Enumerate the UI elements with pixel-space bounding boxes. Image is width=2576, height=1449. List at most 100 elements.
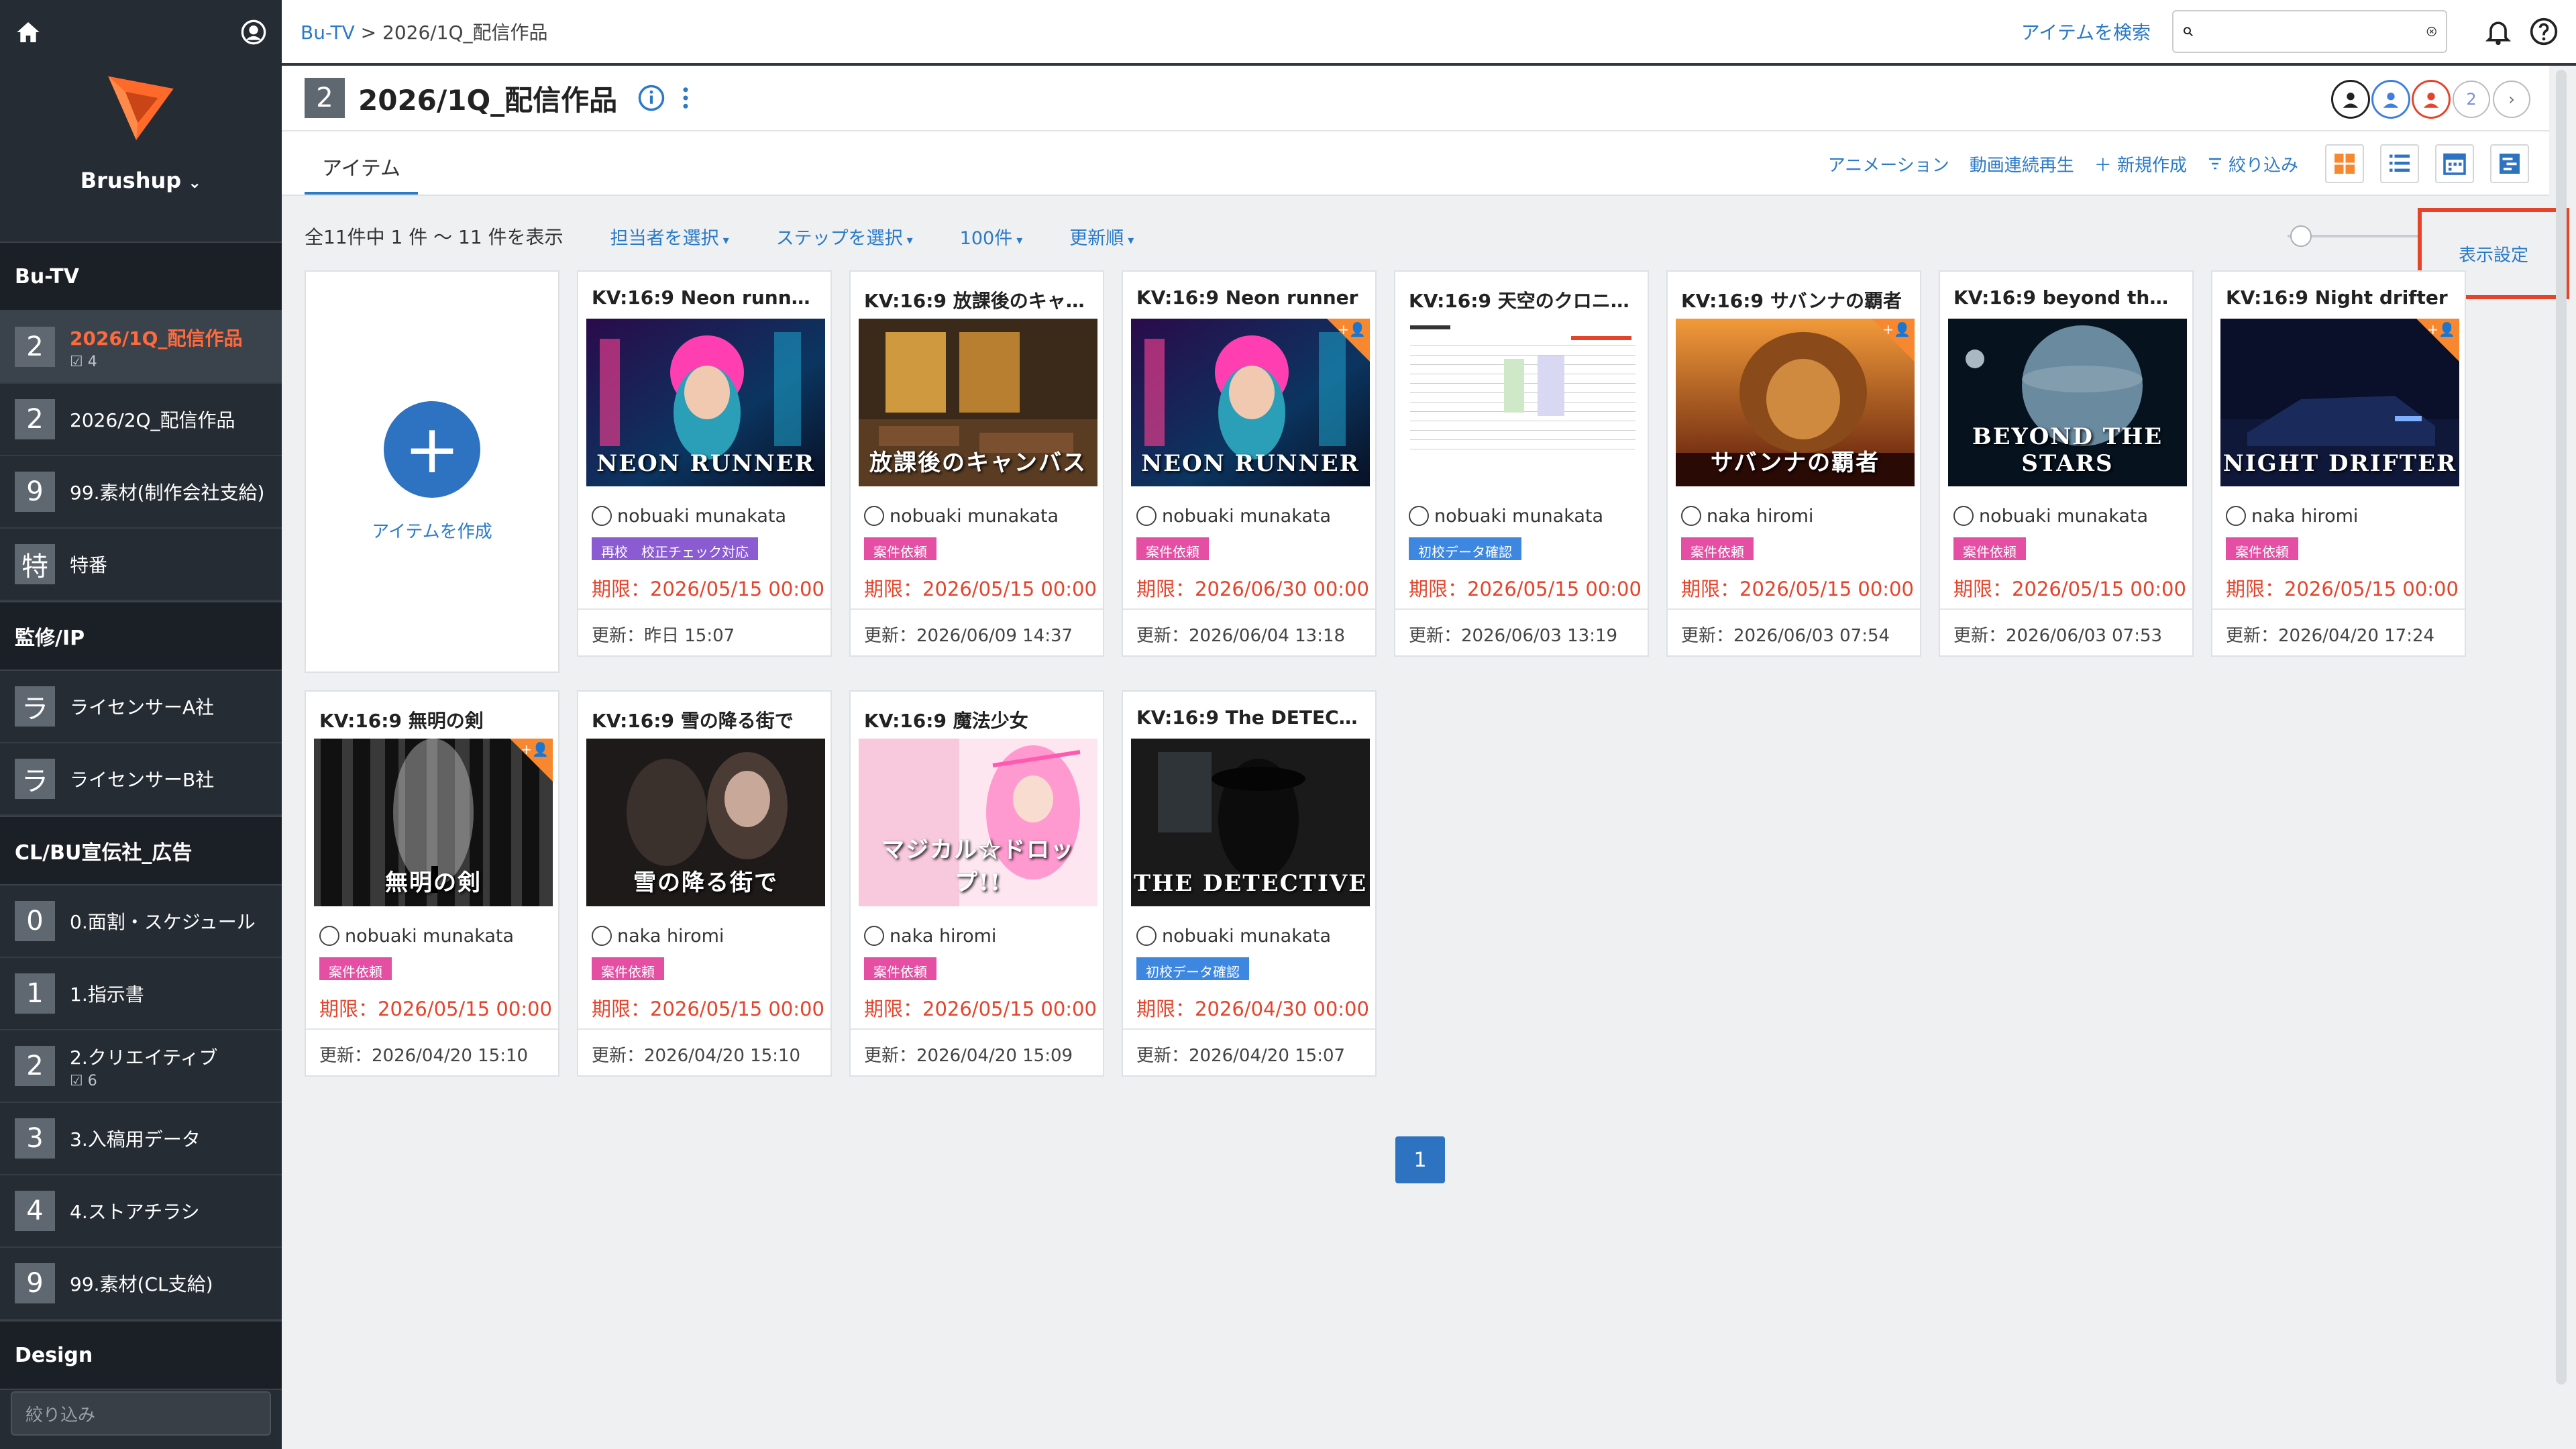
status-badge[interactable]: 案件依頼 — [319, 957, 392, 980]
avatar[interactable] — [2414, 82, 2449, 117]
item-title[interactable]: KV:16:9 雪の降る街で — [578, 692, 830, 739]
item-thumbnail[interactable]: 無明の剣 +👤 — [314, 739, 553, 906]
sidebar-item[interactable]: 9 99.素材(CL支給) — [0, 1248, 282, 1320]
list-view-button[interactable] — [2380, 144, 2419, 183]
create-button[interactable]: ＋ 新規作成 — [2094, 152, 2187, 176]
bell-icon[interactable] — [2483, 17, 2513, 46]
item-card[interactable]: KV:16:9 無明の剣 無明の剣 +👤 nobuaki munakata 案件依頼 期限… — [305, 690, 559, 1077]
sidebar-item[interactable]: 1 1.指示書 — [0, 958, 282, 1030]
sidebar-item[interactable]: 9 99.素材(制作会社支給) — [0, 456, 282, 529]
item-thumbnail[interactable]: サバンナの覇者 +👤 — [1676, 319, 1915, 486]
add-user-icon[interactable]: +👤 — [521, 741, 549, 757]
item-search-link[interactable]: アイテムを検索 — [2021, 18, 2151, 45]
info-icon[interactable] — [637, 84, 665, 112]
sidebar-item[interactable]: 3 3.入稿用データ — [0, 1103, 282, 1175]
item-thumbnail[interactable]: マジカル☆ドロップ!! — [859, 739, 1097, 906]
sidebar-section-title[interactable]: CL/BU宣伝社_広告 — [0, 816, 282, 885]
status-badge[interactable]: 初校データ確認 — [1409, 537, 1521, 560]
status-badge[interactable]: 案件依頼 — [1681, 537, 1754, 560]
item-title[interactable]: KV:16:9 The DETECTI… — [1123, 692, 1375, 739]
item-title[interactable]: KV:16:9 beyond the s… — [1940, 272, 2192, 319]
item-card[interactable]: KV:16:9 The DETECTI… THE DETECTIVE nobuaki… — [1122, 690, 1377, 1077]
sidebar-section-title[interactable]: Bu-TV — [0, 241, 282, 311]
page-button[interactable]: 1 — [1395, 1136, 1445, 1183]
item-thumbnail[interactable]: NEON RUNNER +👤 — [1131, 319, 1370, 486]
sidebar-item[interactable]: 0 0.面割・スケジュール — [0, 885, 282, 958]
sidebar-item[interactable]: ラライセンサーB社 — [0, 743, 282, 816]
animation-button[interactable]: アニメーション — [1828, 152, 1949, 176]
item-card[interactable]: KV:16:9 Neon runner2 NEON RUNNER nobuaki m… — [577, 270, 832, 657]
item-title[interactable]: KV:16:9 無明の剣 — [306, 692, 558, 739]
item-card[interactable]: KV:16:9 サバンナの覇者 サバンナの覇者 +👤 naka hiromi 案件依頼期… — [1666, 270, 1921, 657]
clear-icon[interactable] — [2426, 23, 2437, 40]
item-title[interactable]: KV:16:9 魔法少女 — [851, 692, 1103, 739]
item-thumbnail[interactable]: 雪の降る街で — [586, 739, 825, 906]
item-card[interactable]: KV:16:9 天空のクロニクル nobuaki munakata 初校データ確認期… — [1394, 270, 1649, 657]
add-user-icon[interactable]: +👤 — [2427, 321, 2455, 337]
avatar[interactable] — [2373, 82, 2408, 117]
org-switcher[interactable]: Brushup ⌄ — [0, 168, 282, 193]
item-card[interactable]: KV:16:9 魔法少女 マジカル☆ドロップ!! naka hiromi 案件依頼 期限… — [849, 690, 1104, 1077]
per-page-dropdown[interactable]: 100件 ▾ — [960, 223, 1023, 250]
item-card[interactable]: KV:16:9 Neon runner NEON RUNNER +👤 nobuaki … — [1122, 270, 1377, 657]
grid-view-button[interactable] — [2325, 144, 2364, 183]
scrollbar[interactable] — [2556, 70, 2567, 1385]
more-menu-icon[interactable] — [679, 84, 692, 112]
sidebar-item[interactable]: 2 2026/2Q_配信作品 — [0, 384, 282, 456]
assignee-dropdown[interactable]: 担当者を選択 ▾ — [610, 223, 729, 250]
avatar[interactable] — [2333, 82, 2368, 117]
calendar-view-button[interactable] — [2435, 144, 2474, 183]
item-title[interactable]: KV:16:9 Neon runner2 — [578, 272, 830, 319]
member-count[interactable]: 2 — [2454, 82, 2489, 117]
gantt-view-button[interactable] — [2490, 144, 2529, 183]
create-item-card[interactable]: + アイテムを作成 — [305, 270, 559, 673]
sidebar-filter-input[interactable]: 絞り込み — [11, 1391, 271, 1436]
create-item-label[interactable]: アイテムを作成 — [372, 518, 492, 543]
sidebar-item[interactable]: 2 2026/1Q_配信作品 ☑ 4 — [0, 311, 282, 384]
plus-icon[interactable]: + — [384, 400, 480, 498]
item-title[interactable]: KV:16:9 サバンナの覇者 — [1668, 272, 1920, 319]
chevron-right-icon[interactable]: › — [2494, 82, 2529, 117]
status-badge[interactable]: 初校データ確認 — [1136, 957, 1249, 980]
item-thumbnail[interactable]: NIGHT DRIFTER +👤 — [2220, 319, 2459, 486]
home-icon[interactable] — [15, 19, 42, 46]
sidebar-section-title[interactable]: Design — [0, 1320, 282, 1390]
sort-dropdown[interactable]: 更新順 ▾ — [1069, 223, 1134, 250]
status-badge[interactable]: 案件依頼 — [1136, 537, 1209, 560]
item-title[interactable]: KV:16:9 Night drifter — [2212, 272, 2465, 319]
user-icon[interactable] — [240, 19, 267, 46]
add-user-icon[interactable]: +👤 — [1882, 321, 1911, 337]
item-card[interactable]: KV:16:9 放課後のキャン… 放課後のキャンバス nobuaki munakat… — [849, 270, 1104, 657]
item-card[interactable]: KV:16:9 Night drifter NIGHT DRIFTER +👤 naka… — [2211, 270, 2466, 657]
sidebar-item[interactable]: ラライセンサーA社 — [0, 671, 282, 743]
item-card[interactable]: KV:16:9 beyond the s… BEYOND THE STARS nob… — [1939, 270, 2194, 657]
item-thumbnail[interactable] — [1403, 319, 1642, 486]
item-title[interactable]: KV:16:9 放課後のキャン… — [851, 272, 1103, 319]
tab-items[interactable]: アイテム — [305, 152, 418, 195]
sidebar-item[interactable]: 4 4.ストアチラシ — [0, 1175, 282, 1248]
add-user-icon[interactable]: +👤 — [1338, 321, 1366, 337]
status-badge[interactable]: 案件依頼 — [864, 957, 936, 980]
item-title[interactable]: KV:16:9 Neon runner — [1123, 272, 1375, 319]
status-badge[interactable]: 案件依頼 — [1953, 537, 2026, 560]
member-avatars[interactable]: 2 › — [2328, 82, 2529, 117]
sidebar-section-title[interactable]: 監修/IP — [0, 601, 282, 671]
status-badge[interactable]: 案件依頼 — [2226, 537, 2298, 560]
search-input[interactable] — [2201, 18, 2426, 45]
sidebar-item[interactable]: 特特番 — [0, 529, 282, 601]
filter-button[interactable]: 絞り込み — [2207, 152, 2298, 176]
item-thumbnail[interactable]: THE DETECTIVE — [1131, 739, 1370, 906]
help-icon[interactable] — [2529, 17, 2559, 46]
item-thumbnail[interactable]: BEYOND THE STARS — [1948, 319, 2187, 486]
step-dropdown[interactable]: ステップを選択 ▾ — [776, 223, 913, 250]
item-title[interactable]: KV:16:9 天空のクロニクル — [1395, 272, 1648, 319]
item-thumbnail[interactable]: 放課後のキャンバス — [859, 319, 1097, 486]
sidebar-item[interactable]: 2 2.クリエイティブ ☑ 6 — [0, 1030, 282, 1103]
status-badge[interactable]: 案件依頼 — [592, 957, 664, 980]
item-card[interactable]: KV:16:9 雪の降る街で 雪の降る街で naka hiromi 案件依頼 期限：20… — [577, 690, 832, 1077]
breadcrumb-root[interactable]: Bu-TV — [301, 21, 355, 44]
status-badge[interactable]: 案件依頼 — [864, 537, 936, 560]
playback-button[interactable]: 動画連続再生 — [1970, 152, 2074, 176]
status-badge[interactable]: 再校 校正チェック対応 — [592, 537, 758, 560]
slider-handle[interactable] — [2290, 225, 2312, 247]
